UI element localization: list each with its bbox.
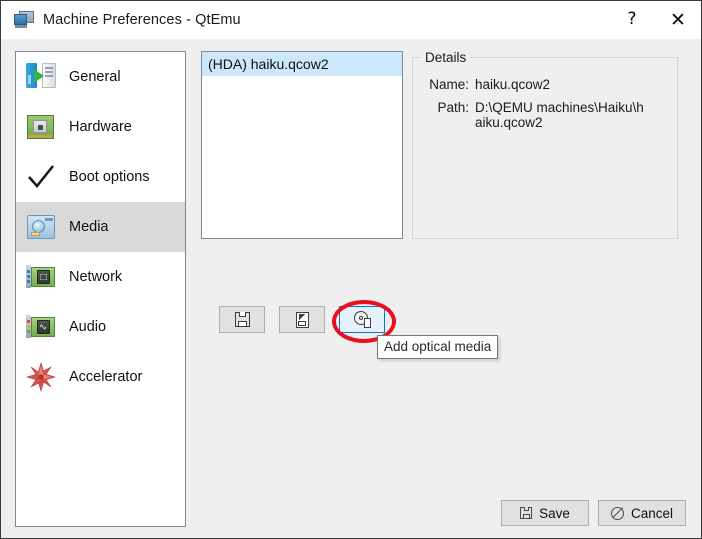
machine-preferences-dialog: Machine Preferences - QtEmu ? ✕ General … xyxy=(0,0,702,539)
sidebar-item-boot-options[interactable]: Boot options xyxy=(16,152,185,202)
add-optical-media-button[interactable] xyxy=(339,306,385,333)
sidebar-item-label: General xyxy=(69,69,121,85)
list-item[interactable]: (HDA) haiku.qcow2 xyxy=(202,52,402,76)
optical-disc-icon xyxy=(353,311,371,328)
dialog-body: General Hardware Boot options Media Netw… xyxy=(1,39,701,538)
dialog-buttons: Save Cancel xyxy=(501,500,686,526)
media-toolbar xyxy=(219,306,385,333)
starburst-icon xyxy=(25,361,57,393)
details-value: D:\QEMU machines\Haiku\haiku.qcow2 xyxy=(475,100,644,130)
hardware-icon xyxy=(25,111,57,143)
floppy-icon xyxy=(234,312,250,327)
sidebar-item-label: Boot options xyxy=(69,169,150,185)
sidebar-item-general[interactable]: General xyxy=(16,52,185,102)
general-icon xyxy=(25,61,57,93)
floppy-icon xyxy=(520,507,533,519)
close-button[interactable]: ✕ xyxy=(655,1,701,39)
sidebar-item-label: Hardware xyxy=(69,119,132,135)
details-key: Name: xyxy=(429,77,469,92)
cancel-button-label: Cancel xyxy=(630,505,674,521)
floppy-edit-icon xyxy=(295,311,309,328)
sidebar-item-label: Network xyxy=(69,269,123,285)
checkmark-icon xyxy=(25,161,57,193)
details-content: Name: haiku.qcow2 Path: D:\QEMU machines… xyxy=(419,77,674,138)
details-value: haiku.qcow2 xyxy=(475,77,551,92)
no-entry-icon xyxy=(610,506,624,520)
details-legend: Details xyxy=(421,50,471,65)
media-list[interactable]: (HDA) haiku.qcow2 xyxy=(201,51,403,239)
sidebar-item-label: Audio xyxy=(69,319,107,335)
title-bar: Machine Preferences - QtEmu ? ✕ xyxy=(1,1,701,39)
add-floppy-media-button[interactable] xyxy=(279,306,325,333)
sidebar-item-media[interactable]: Media xyxy=(16,202,185,252)
details-row-path: Path: D:\QEMU machines\Haiku\haiku.qcow2 xyxy=(419,100,674,130)
title-bar-controls: ? ✕ xyxy=(609,1,701,39)
computer-icon xyxy=(14,11,34,29)
sidebar-item-hardware[interactable]: Hardware xyxy=(16,102,185,152)
sidebar-item-audio[interactable]: Audio xyxy=(16,302,185,352)
sidebar-item-label: Accelerator xyxy=(69,369,143,385)
tooltip: Add optical media xyxy=(377,335,499,359)
details-key: Path: xyxy=(437,100,469,115)
save-button[interactable]: Save xyxy=(501,500,589,526)
audio-card-icon xyxy=(25,311,57,343)
sidebar-item-accelerator[interactable]: Accelerator xyxy=(16,352,185,402)
harddisk-icon xyxy=(25,211,57,243)
sidebar-item-label: Media xyxy=(69,219,109,235)
cancel-button[interactable]: Cancel xyxy=(598,500,686,526)
details-row-name: Name: haiku.qcow2 xyxy=(419,77,674,92)
network-card-icon xyxy=(25,261,57,293)
help-button[interactable]: ? xyxy=(609,0,655,40)
add-hard-disk-button[interactable] xyxy=(219,306,265,333)
save-button-label: Save xyxy=(539,505,570,521)
sidebar-item-network[interactable]: Network xyxy=(16,252,185,302)
window-title: Machine Preferences - QtEmu xyxy=(43,12,241,28)
settings-category-list[interactable]: General Hardware Boot options Media Netw… xyxy=(15,51,186,527)
